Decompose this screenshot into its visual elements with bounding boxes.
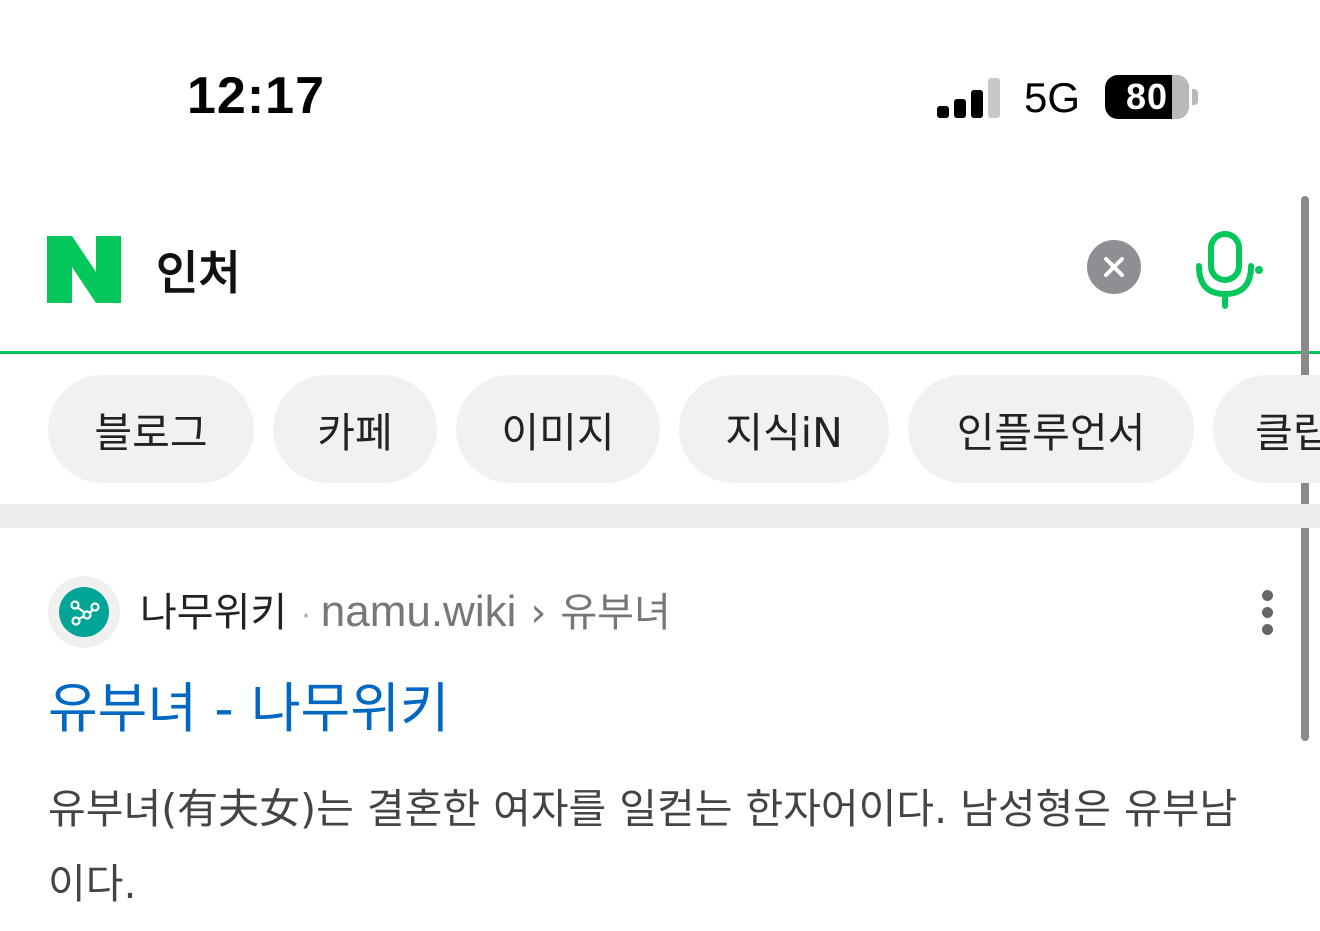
status-bar: 12:17 5G 80: [0, 0, 1320, 150]
signal-strength-icon: [937, 76, 1003, 118]
section-divider: [0, 504, 1320, 528]
tab-cafe[interactable]: 카페: [273, 375, 437, 483]
tab-clip[interactable]: 클립: [1213, 375, 1320, 483]
status-time: 12:17: [187, 67, 325, 125]
voice-search-button[interactable]: [1192, 230, 1266, 310]
search-input[interactable]: [156, 238, 1056, 302]
source-name: 나무위키: [140, 590, 288, 636]
source-path: 유부녀: [560, 590, 671, 636]
network-type: 5G: [1024, 74, 1081, 121]
battery-level: 80: [1125, 76, 1169, 117]
result-source[interactable]: 나무위키 · namu.wiki › 유부녀: [48, 576, 1248, 648]
more-options-button[interactable]: [1253, 590, 1283, 636]
naver-search-page: 12:17 5G 80 인처 블로그 카페 이미지 지식iN 인플루언서 클립 …: [0, 0, 1320, 931]
source-url: namu.wiki: [320, 587, 517, 636]
microphone-icon: [1196, 231, 1263, 309]
tab-image[interactable]: 이미지: [456, 375, 660, 483]
close-icon: [1104, 257, 1124, 277]
battery-icon: 80: [1105, 75, 1189, 119]
naver-logo-icon[interactable]: [47, 236, 121, 303]
source-line: 나무위키 · namu.wiki › 유부녀: [140, 586, 671, 643]
clear-search-button[interactable]: [1087, 240, 1141, 294]
tab-knowledge-in[interactable]: 지식iN: [679, 375, 889, 483]
battery-cap: [1192, 89, 1198, 105]
result-title-link[interactable]: 유부녀 - 나무위키: [48, 676, 450, 742]
search-bar: [0, 200, 1320, 354]
source-separator: ·: [301, 599, 311, 634]
chevron-right-icon: ›: [530, 590, 547, 636]
namuwiki-favicon-icon: [48, 576, 120, 648]
tab-influencer[interactable]: 인플루언서: [908, 375, 1194, 483]
tab-blog[interactable]: 블로그: [48, 375, 254, 483]
result-snippet: 유부녀(有夫女)는 결혼한 여자를 일컫는 한자어이다. 남성형은 유부남이다.: [48, 785, 1238, 908]
